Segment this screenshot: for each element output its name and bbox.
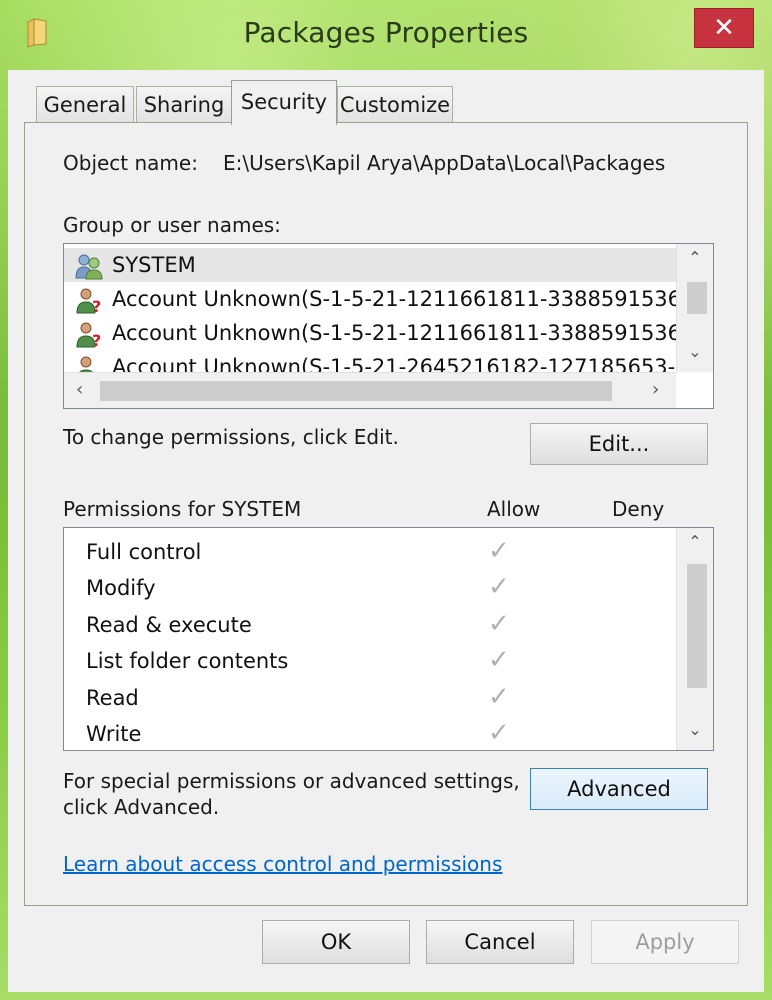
advanced-hint-line1: For special permissions or advanced sett… [63,769,520,793]
permissions-list[interactable]: Full control ✓ Modify ✓ Read & execute ✓… [63,527,714,751]
users-group-icon [74,252,104,280]
advanced-hint-line2: click Advanced. [63,795,220,819]
list-item-label: Account Unknown(S-1-5-21-1211661811-3388… [112,321,714,345]
object-name-value: E:\Users\Kapil Arya\AppData\Local\Packag… [223,151,666,175]
allow-check-icon: ✓ [488,718,510,748]
list-item-account-unknown[interactable]: ? Account Unknown(S-1-5-21-1211661811-33… [64,316,713,350]
window-title: Packages Properties [243,16,529,49]
tab-sharing[interactable]: Sharing [136,86,232,123]
tab-label: Customize [339,93,451,117]
permissions-vscroll[interactable]: ⌃ ⌄ [676,528,713,750]
scroll-up-icon[interactable]: ⌃ [677,248,713,267]
cancel-button-label: Cancel [464,930,536,954]
scroll-thumb[interactable] [100,381,612,401]
permission-read: Read [86,686,139,710]
list-item-label: Account Unknown(S-1-5-21-1211661811-3388… [112,287,714,311]
deny-column-label: Deny [612,497,665,521]
apply-button[interactable]: Apply [591,920,739,964]
allow-check-icon: ✓ [488,536,510,566]
tab-label: Security [240,90,328,114]
close-button[interactable]: ✕ [694,8,754,48]
tab-label: General [43,93,127,117]
scroll-down-icon[interactable]: ⌄ [677,342,713,361]
allow-check-icon: ✓ [488,572,510,602]
cancel-button[interactable]: Cancel [426,920,574,964]
ok-button-label: OK [320,930,352,954]
scroll-down-icon[interactable]: ⌄ [677,720,713,739]
list-item-label: SYSTEM [112,253,196,277]
permissions-header: Permissions for SYSTEM [63,497,302,521]
permission-list-folder-contents: List folder contents [86,649,289,673]
permission-read-execute: Read & execute [86,613,252,637]
permission-modify: Modify [86,576,156,600]
security-panel: Object name: E:\Users\Kapil Arya\AppData… [24,122,748,906]
allow-column-label: Allow [487,497,541,521]
list-item-account-unknown[interactable]: ? Account Unknown(S-1-5-21-1211661811-33… [64,282,713,316]
advanced-button[interactable]: Advanced [530,768,708,810]
edit-button-label: Edit... [588,432,650,456]
edit-button[interactable]: Edit... [530,423,708,465]
list-item-label: Account Unknown(S-1-5-21-2645216182-1271… [112,355,676,372]
access-control-help-link[interactable]: Learn about access control and permissio… [63,852,502,876]
scroll-thumb[interactable] [687,282,707,314]
permission-full-control: Full control [86,540,202,564]
unknown-user-icon [74,354,104,372]
list-item-account-unknown[interactable]: Account Unknown(S-1-5-21-2645216182-1271… [64,350,676,372]
permission-write: Write [86,722,142,746]
object-name-label: Object name: [63,151,198,175]
tab-label: Sharing [143,93,225,117]
tab-customize[interactable]: Customize [337,86,453,123]
unknown-user-icon: ? [74,320,104,350]
ok-button[interactable]: OK [262,920,410,964]
scroll-up-icon[interactable]: ⌃ [677,532,713,551]
svg-text:?: ? [92,331,101,348]
change-permissions-hint: To change permissions, click Edit. [63,425,399,449]
apply-button-label: Apply [635,930,695,954]
scroll-thumb[interactable] [687,564,707,688]
allow-check-icon: ✓ [488,609,510,639]
group-users-label: Group or user names: [63,213,281,237]
advanced-button-label: Advanced [567,777,671,801]
group-list-hscroll[interactable]: ‹ › [64,372,676,408]
allow-check-icon: ✓ [488,682,510,712]
group-user-list[interactable]: SYSTEM ? Account Unknown(S-1-5-21-121166… [63,243,714,409]
list-item-system[interactable]: SYSTEM [64,248,676,282]
close-icon: ✕ [713,13,735,43]
scroll-right-icon[interactable]: › [652,379,659,400]
scroll-left-icon[interactable]: ‹ [76,379,83,400]
tab-security[interactable]: Security [231,80,337,125]
group-list-vscroll[interactable]: ⌃ ⌄ [676,244,713,372]
allow-check-icon: ✓ [488,645,510,675]
unknown-user-icon: ? [74,286,104,316]
tab-general[interactable]: General [36,86,134,123]
svg-text:?: ? [92,297,101,314]
